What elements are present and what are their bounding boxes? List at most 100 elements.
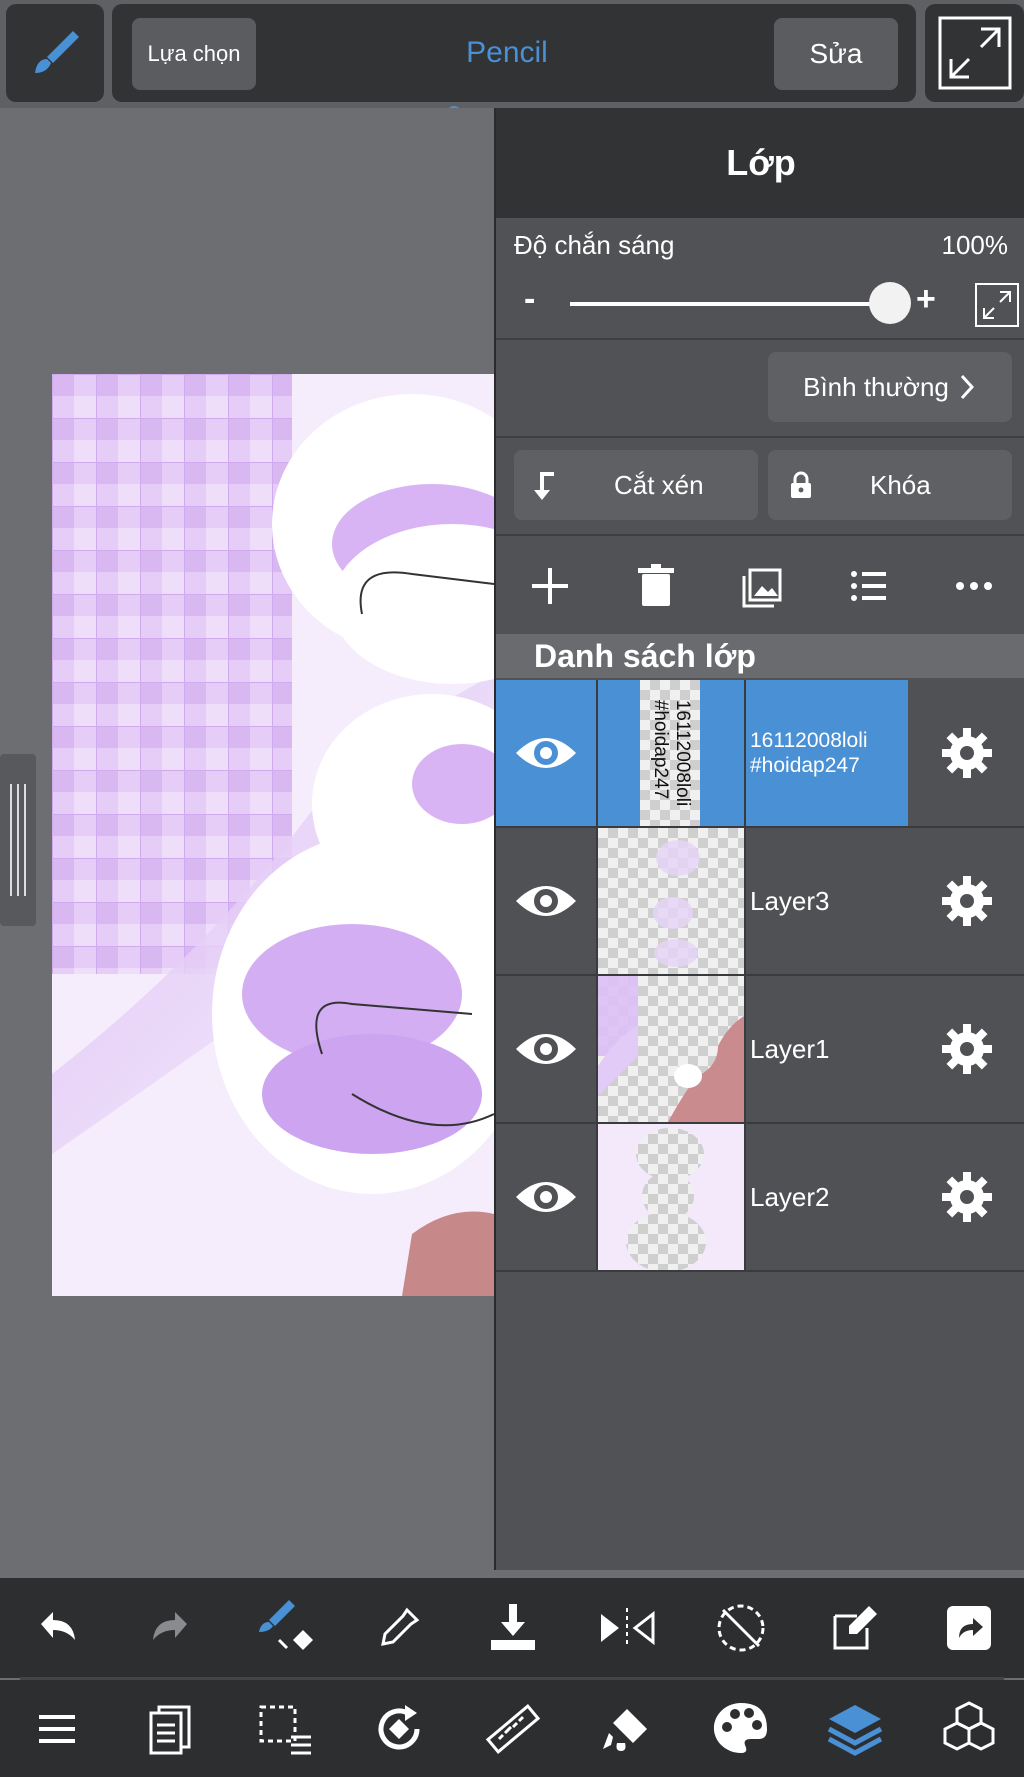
left-side-handle[interactable] — [0, 754, 36, 926]
more-icon — [956, 582, 992, 590]
layer-name-line2: #hoidap247 — [750, 754, 860, 777]
materials-button[interactable] — [914, 1680, 1024, 1777]
layer-thumbnail-text: 16112008loli #hoidap247 — [649, 700, 693, 806]
pages-button[interactable] — [116, 1680, 226, 1777]
layers-icon — [827, 1704, 883, 1756]
selection-tool-button[interactable] — [230, 1680, 340, 1777]
fullscreen-icon — [938, 16, 1011, 90]
eyedropper-button[interactable] — [344, 1578, 454, 1678]
gear-icon — [942, 876, 992, 926]
opacity-decrease-button[interactable]: - — [524, 280, 535, 319]
layer-settings-button[interactable] — [908, 680, 1024, 826]
fill-icon — [603, 1708, 647, 1751]
eye-icon — [516, 886, 576, 916]
layer-name: Layer2 — [750, 1181, 830, 1212]
layer-image-button[interactable] — [732, 556, 792, 616]
brush-icon — [35, 31, 79, 73]
layers-button[interactable] — [800, 1680, 910, 1777]
ruler-button[interactable] — [458, 1680, 568, 1777]
top-bar: Lựa chọn Pencil Sửa — [0, 0, 1024, 122]
layer-thumbnail[interactable] — [598, 828, 746, 974]
undo-icon — [41, 1612, 75, 1640]
selection-label: Lựa chọn — [147, 41, 241, 66]
lock-label: Khóa — [870, 469, 931, 500]
more-options-button[interactable] — [944, 556, 1004, 616]
fill-tool-button[interactable] — [572, 1680, 682, 1777]
brush-tool-button[interactable] — [6, 4, 104, 102]
opacity-slider-track[interactable] — [570, 302, 894, 306]
plus-icon — [532, 568, 568, 604]
visibility-toggle[interactable] — [496, 828, 598, 974]
layer-row[interactable]: Layer3 — [496, 828, 1024, 976]
blend-mode-button[interactable]: Bình thường — [768, 352, 1012, 422]
layer-row[interactable]: Layer1 — [496, 976, 1024, 1124]
layer-settings-button[interactable] — [908, 1124, 1024, 1270]
rotate-view-button[interactable] — [344, 1680, 454, 1777]
selection-icon — [259, 1705, 311, 1754]
layer-thumbnail[interactable] — [598, 976, 746, 1122]
thumbnail-art — [653, 840, 700, 967]
flip-horizontal-button[interactable] — [572, 1578, 682, 1678]
opacity-value: 100% — [941, 230, 1009, 260]
layer-row-selected[interactable]: 16112008loli #hoidap247 16112008loli #ho… — [496, 680, 1024, 828]
rotate-lock-button[interactable] — [686, 1578, 796, 1678]
redo-button[interactable] — [116, 1578, 226, 1678]
layer-list-button[interactable] — [838, 556, 898, 616]
palette-icon — [713, 1702, 767, 1753]
redo-icon — [153, 1612, 187, 1640]
image-layer-icon — [742, 568, 782, 608]
share-button[interactable] — [914, 1578, 1024, 1678]
menu-button[interactable] — [2, 1680, 112, 1777]
gear-icon — [942, 1172, 992, 1222]
lock-button[interactable]: Khóa — [768, 450, 1012, 520]
eye-icon — [516, 738, 576, 768]
layer-thumbnail[interactable] — [598, 1124, 746, 1270]
edit-button[interactable]: Sửa — [774, 18, 898, 90]
layer-panel-title-text: Lớp — [726, 142, 796, 183]
undo-button[interactable] — [2, 1578, 112, 1678]
visibility-toggle[interactable] — [496, 1124, 598, 1270]
current-tool-name[interactable]: Pencil — [352, 4, 662, 102]
ruler-icon — [485, 1703, 541, 1754]
fullscreen-button[interactable] — [925, 4, 1024, 102]
menu-icon — [39, 1714, 75, 1743]
visibility-toggle[interactable] — [496, 680, 598, 826]
eye-icon — [516, 1182, 576, 1212]
layer-thumbnail[interactable]: 16112008loli #hoidap247 — [598, 680, 746, 826]
layer-settings-button[interactable] — [908, 976, 1024, 1122]
palette-button[interactable] — [686, 1680, 796, 1777]
grip-icon — [10, 784, 26, 896]
opacity-expand-button[interactable] — [974, 282, 1020, 328]
gear-icon — [942, 728, 992, 778]
rotate-lock-icon — [717, 1604, 765, 1652]
opacity-label: Độ chắn sáng — [514, 230, 675, 260]
layer-list-header: Danh sách lớp — [496, 634, 1024, 678]
layer-panel: Lớp Độ chắn sáng 100% - + Bình thường Cắ… — [494, 108, 1024, 1570]
flip-horizontal-icon — [601, 1608, 655, 1648]
clipping-button[interactable]: Cắt xén — [514, 450, 758, 520]
materials-icon — [943, 1700, 995, 1751]
gear-icon — [942, 1024, 992, 1074]
tool-name-label: Pencil — [466, 36, 548, 69]
layer-name: Layer1 — [750, 1033, 830, 1064]
layer-name: Layer3 — [750, 885, 830, 916]
artwork-image — [52, 374, 494, 1296]
layer-list-header-text: Danh sách lớp — [534, 637, 756, 674]
delete-layer-button[interactable] — [626, 556, 686, 616]
clip-arrow-icon — [534, 472, 554, 500]
expand-icon — [975, 283, 1019, 327]
eyedropper-icon — [381, 1607, 420, 1646]
layer-settings-button[interactable] — [908, 828, 1024, 974]
brush-transform-button[interactable] — [230, 1578, 340, 1678]
opacity-increase-button[interactable]: + — [916, 280, 936, 319]
opacity-slider-knob[interactable] — [869, 282, 911, 324]
save-button[interactable] — [458, 1578, 568, 1678]
drawing-canvas[interactable] — [52, 374, 494, 1296]
edit-canvas-button[interactable] — [800, 1578, 910, 1678]
layer-row[interactable]: Layer2 — [496, 1124, 1024, 1272]
eye-icon — [516, 1034, 576, 1064]
visibility-toggle[interactable] — [496, 976, 598, 1122]
add-layer-button[interactable] — [520, 556, 580, 616]
pages-icon — [149, 1705, 191, 1754]
selection-button[interactable]: Lựa chọn — [132, 18, 256, 90]
